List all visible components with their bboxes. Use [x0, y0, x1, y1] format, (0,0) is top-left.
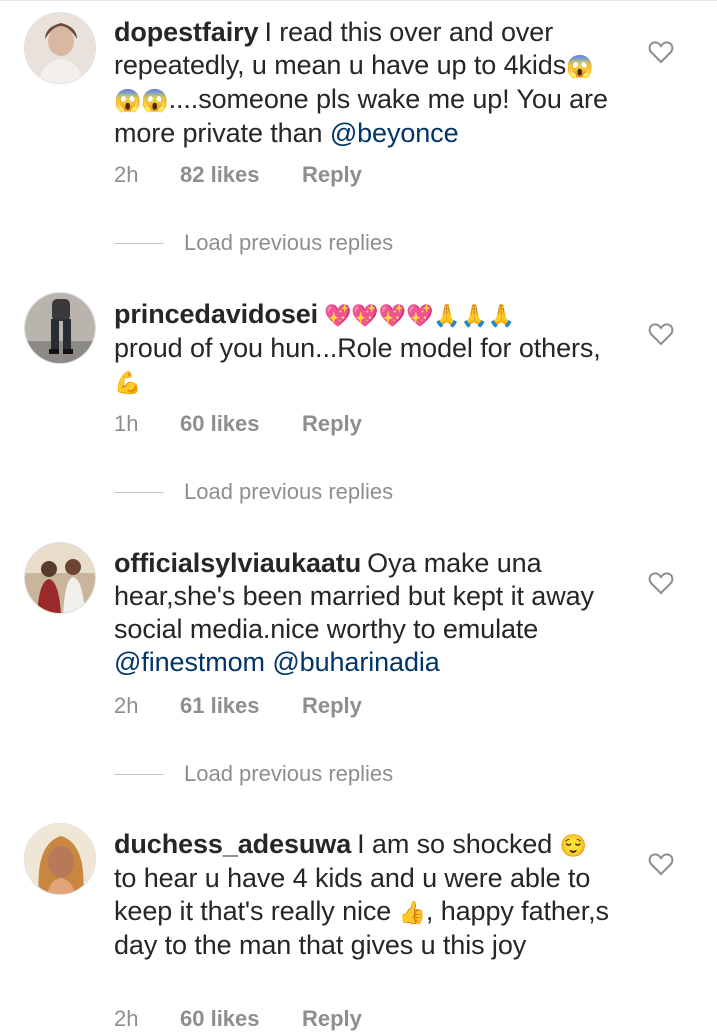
- likes-count[interactable]: 60 likes: [180, 411, 302, 437]
- reply-button[interactable]: Reply: [302, 693, 362, 719]
- comment-meta: 2h 61 likes Reply: [114, 693, 362, 719]
- comment-time: 2h: [114, 162, 139, 187]
- load-previous-label[interactable]: Load previous replies: [184, 479, 393, 505]
- load-previous-label[interactable]: Load previous replies: [184, 230, 393, 256]
- mention-link[interactable]: @buharinadia: [272, 647, 439, 677]
- mention-link[interactable]: @beyonce: [330, 118, 459, 148]
- load-previous-replies[interactable]: Load previous replies: [114, 230, 393, 256]
- comment-time: 2h: [114, 693, 139, 718]
- muscle-emoji: 💪: [114, 370, 142, 395]
- comment-meta: 2h 82 likes Reply: [114, 162, 362, 188]
- comment-username[interactable]: princedavidosei: [114, 299, 318, 329]
- comment-username[interactable]: officialsylviaukaatu: [114, 548, 361, 578]
- comment-body: I am so shocked: [357, 829, 553, 859]
- comment-meta: 2h 60 likes Reply: [114, 1006, 362, 1032]
- comment-time: 2h: [114, 1006, 139, 1031]
- load-previous-replies[interactable]: Load previous replies: [114, 761, 393, 787]
- heart-outline-icon[interactable]: [648, 322, 674, 346]
- heart-outline-icon[interactable]: [648, 571, 674, 595]
- comment-text: duchess_adesuwa I am so shocked 😌 to hear…: [114, 828, 614, 962]
- divider-line: [114, 773, 164, 775]
- avatar[interactable]: [24, 823, 96, 895]
- top-divider: [0, 0, 717, 1]
- comment-username[interactable]: dopestfairy: [114, 17, 259, 47]
- likes-count[interactable]: 61 likes: [180, 693, 302, 719]
- load-previous-label[interactable]: Load previous replies: [184, 761, 393, 787]
- divider-line: [114, 491, 164, 493]
- avatar[interactable]: [24, 292, 96, 364]
- comment-text: officialsylviaukaatu Oya make una hear,sh…: [114, 547, 614, 679]
- reply-button[interactable]: Reply: [302, 411, 362, 437]
- comment-body: proud of you hun...Role model for others…: [114, 333, 601, 363]
- thumbs-up-emoji: 👍: [398, 900, 426, 925]
- avatar[interactable]: [24, 12, 96, 84]
- likes-count[interactable]: 82 likes: [180, 162, 302, 188]
- comment-text: princedavidosei 💖💖💖💖🙏🙏🙏 proud of you hun..…: [114, 298, 614, 399]
- comment-time: 1h: [114, 411, 139, 436]
- avatar[interactable]: [24, 542, 96, 614]
- relieved-emoji: 😌: [559, 833, 587, 858]
- heart-pray-emojis: 💖💖💖💖🙏🙏🙏: [324, 303, 516, 328]
- comment-meta: 1h 60 likes Reply: [114, 411, 362, 437]
- heart-outline-icon[interactable]: [648, 40, 674, 64]
- load-previous-replies[interactable]: Load previous replies: [114, 479, 393, 505]
- reply-button[interactable]: Reply: [302, 1006, 362, 1032]
- comment-text: dopestfairy I read this over and over rep…: [114, 16, 614, 150]
- mention-link[interactable]: @finestmom: [114, 647, 265, 677]
- heart-outline-icon[interactable]: [648, 852, 674, 876]
- divider-line: [114, 242, 164, 244]
- comment-username[interactable]: duchess_adesuwa: [114, 829, 351, 859]
- reply-button[interactable]: Reply: [302, 162, 362, 188]
- likes-count[interactable]: 60 likes: [180, 1006, 302, 1032]
